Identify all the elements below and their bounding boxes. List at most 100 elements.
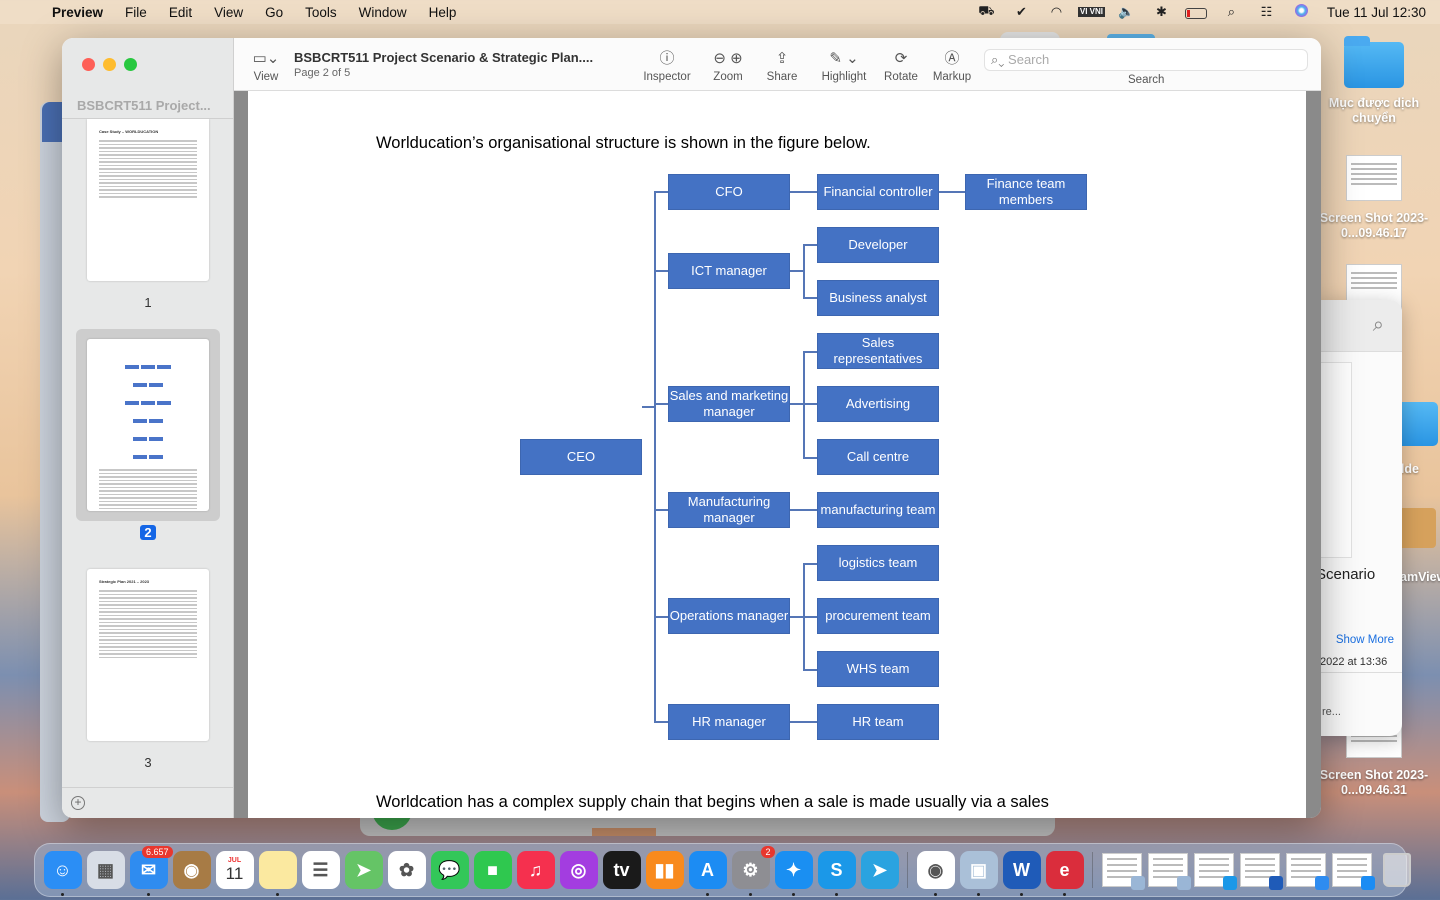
siri-icon[interactable]	[1284, 4, 1319, 20]
expressvpn-icon: e	[1059, 859, 1070, 880]
zoom-button[interactable]	[124, 58, 137, 71]
search-icon[interactable]: ⌕	[1373, 314, 1384, 337]
dock-app-safari[interactable]: ✦	[774, 851, 813, 896]
org-node-sales-marketing-manager: Sales and marketing manager	[668, 386, 790, 422]
dock-app-books[interactable]: ▮▮	[645, 851, 684, 889]
dock-app-podcasts[interactable]: ◎	[559, 851, 598, 889]
search-input[interactable]: ⌕⌄ Search	[984, 49, 1308, 71]
menu-view[interactable]: View	[203, 5, 254, 20]
markup-button[interactable]: Ⓐ Markup	[930, 49, 974, 83]
menu-window[interactable]: Window	[348, 5, 418, 20]
dock-app-launchpad[interactable]: ▦	[86, 851, 125, 889]
running-indicator	[791, 893, 795, 896]
menubar-clock[interactable]: Tue 11 Jul 12:30	[1327, 5, 1426, 20]
menu-tools[interactable]: Tools	[294, 5, 348, 20]
dock-app-microsoft-word[interactable]: W	[1002, 851, 1041, 896]
share-button[interactable]: ⇪ Share	[764, 49, 800, 83]
dock-app-mail[interactable]: ✉ 6.657	[129, 846, 173, 896]
show-more-link[interactable]: Show More	[1336, 634, 1394, 646]
bluetooth-icon[interactable]: ✱	[1144, 4, 1179, 20]
inspector-button[interactable]: ⓘ Inspector	[640, 49, 694, 83]
page-number-3[interactable]: 3	[62, 755, 234, 770]
highlight-pen-icon: ✎ ⌄	[829, 50, 859, 67]
thumbnail-list[interactable]: Case Study – WORLDUCATION 1 2 Strategic …	[62, 119, 234, 789]
dock-app-music[interactable]: ♫	[516, 851, 555, 889]
tv-icon: tv	[613, 859, 630, 880]
volume-icon[interactable]: 🔈	[1109, 4, 1144, 20]
popup-file-name: Scenario	[1316, 566, 1376, 583]
dock-app-messages[interactable]: 💬	[430, 851, 469, 889]
org-node-cfo: CFO	[668, 174, 790, 210]
markup-label: Markup	[932, 71, 972, 83]
dock-app-telegram[interactable]: ➤	[860, 851, 899, 889]
page-thumbnail-2[interactable]	[87, 339, 209, 511]
menu-file[interactable]: File	[114, 5, 158, 20]
spotlight-icon[interactable]: ⌕	[1214, 4, 1249, 20]
menu-edit[interactable]: Edit	[158, 5, 203, 20]
folder-icon	[1344, 36, 1404, 88]
page-number-2[interactable]: 2	[62, 525, 234, 540]
page-thumbnail-1[interactable]: Case Study – WORLDUCATION	[87, 119, 209, 281]
add-page-button[interactable]: +	[71, 796, 85, 810]
dock-minimized-mail-window[interactable]	[1286, 853, 1329, 890]
preview-window: BSBCRT511 Project... Case Study – WORLDU…	[62, 38, 1321, 818]
running-indicator	[748, 893, 752, 896]
org-node-hr-manager: HR manager	[668, 704, 790, 740]
dock-minimized-preview-window-2[interactable]	[1148, 853, 1191, 890]
zoom-out-icon[interactable]: ⊖	[713, 50, 726, 67]
music-icon: ♫	[528, 859, 543, 880]
dock-app-facetime[interactable]: ■	[473, 851, 512, 889]
dock-minimized-word-window[interactable]	[1240, 853, 1283, 890]
input-source-icon[interactable]: VI VNI	[1074, 7, 1109, 17]
org-node-whs-team: WHS team	[817, 651, 939, 687]
search-icon: ⌕⌄	[991, 52, 1005, 67]
menu-go[interactable]: Go	[254, 5, 294, 20]
view-button[interactable]: ▭⌄ View	[248, 49, 284, 83]
intro-paragraph: Worlducation’s organisational structure …	[376, 134, 871, 152]
dock-app-calendar[interactable]: JUL 11	[215, 851, 254, 889]
security-icon[interactable]: ✔	[1004, 4, 1039, 20]
document-title[interactable]: BSBCRT511 Project Scenario & Strategic P…	[294, 50, 593, 65]
app-badge-icon	[1223, 876, 1237, 890]
document-view[interactable]: Worlducation’s organisational structure …	[234, 91, 1321, 818]
rotate-button[interactable]: ⟳ Rotate	[882, 49, 920, 83]
dock-trash[interactable]	[1378, 851, 1416, 889]
menu-app-name[interactable]: Preview	[52, 5, 114, 20]
dock-minimized-preview-window-1[interactable]	[1102, 853, 1145, 890]
page-thumbnail-3[interactable]: Strategic Plan 2021 – 2023	[87, 569, 209, 741]
page-number-1[interactable]: 1	[62, 295, 234, 310]
dock-app-app-store[interactable]: A	[688, 851, 727, 896]
wifi-icon[interactable]: ◠	[1039, 4, 1074, 20]
desktop-app[interactable]: amView	[1396, 508, 1440, 585]
expressvpn-icon[interactable]: ⛟	[969, 3, 1004, 21]
menu-help[interactable]: Help	[418, 5, 468, 20]
finder-icon: ☺	[53, 859, 72, 880]
dock-app-reminders[interactable]: ☰	[301, 851, 340, 889]
popup-more-button[interactable]: re...	[1322, 706, 1341, 718]
dock-app-expressvpn[interactable]: e	[1045, 851, 1084, 896]
dock-app-google-chrome[interactable]: ◉	[916, 851, 955, 896]
battery-icon[interactable]	[1179, 5, 1214, 20]
desktop-folder-alias[interactable]: Mục được dịch chuyển	[1319, 36, 1429, 126]
minimize-button[interactable]	[103, 58, 116, 71]
dock-app-finder[interactable]: ☺	[43, 851, 82, 896]
dock-app-maps[interactable]: ➤	[344, 851, 383, 889]
close-button[interactable]	[82, 58, 95, 71]
dock-minimized-skype-window[interactable]	[1194, 853, 1237, 890]
desktop-screenshot[interactable]: Screen Shot 2023-0...09.46.17	[1319, 155, 1429, 241]
dock-app-notes[interactable]	[258, 851, 297, 896]
dock-minimized-app-store-window[interactable]	[1332, 853, 1375, 890]
thumbnail-sidebar: BSBCRT511 Project... Case Study – WORLDU…	[62, 38, 234, 818]
highlight-button[interactable]: ✎ ⌄ Highlight	[816, 49, 872, 83]
skype-icon: S	[830, 859, 843, 880]
org-node-manufacturing-manager: Manufacturing manager	[668, 492, 790, 528]
dock-app-skype[interactable]: S	[817, 851, 856, 896]
dock-app-photos[interactable]: ✿	[387, 851, 426, 889]
dock-app-tv[interactable]: tv	[602, 851, 641, 889]
org-node-business-analyst: Business analyst	[817, 280, 939, 316]
dock-app-system-settings[interactable]: ⚙ 2	[731, 846, 775, 896]
control-center-icon[interactable]: ☷	[1249, 4, 1284, 20]
dock-app-preview[interactable]: ▣	[959, 851, 998, 896]
zoom-in-icon[interactable]: ⊕	[730, 50, 743, 67]
dock-app-contacts[interactable]: ◉	[172, 851, 211, 889]
